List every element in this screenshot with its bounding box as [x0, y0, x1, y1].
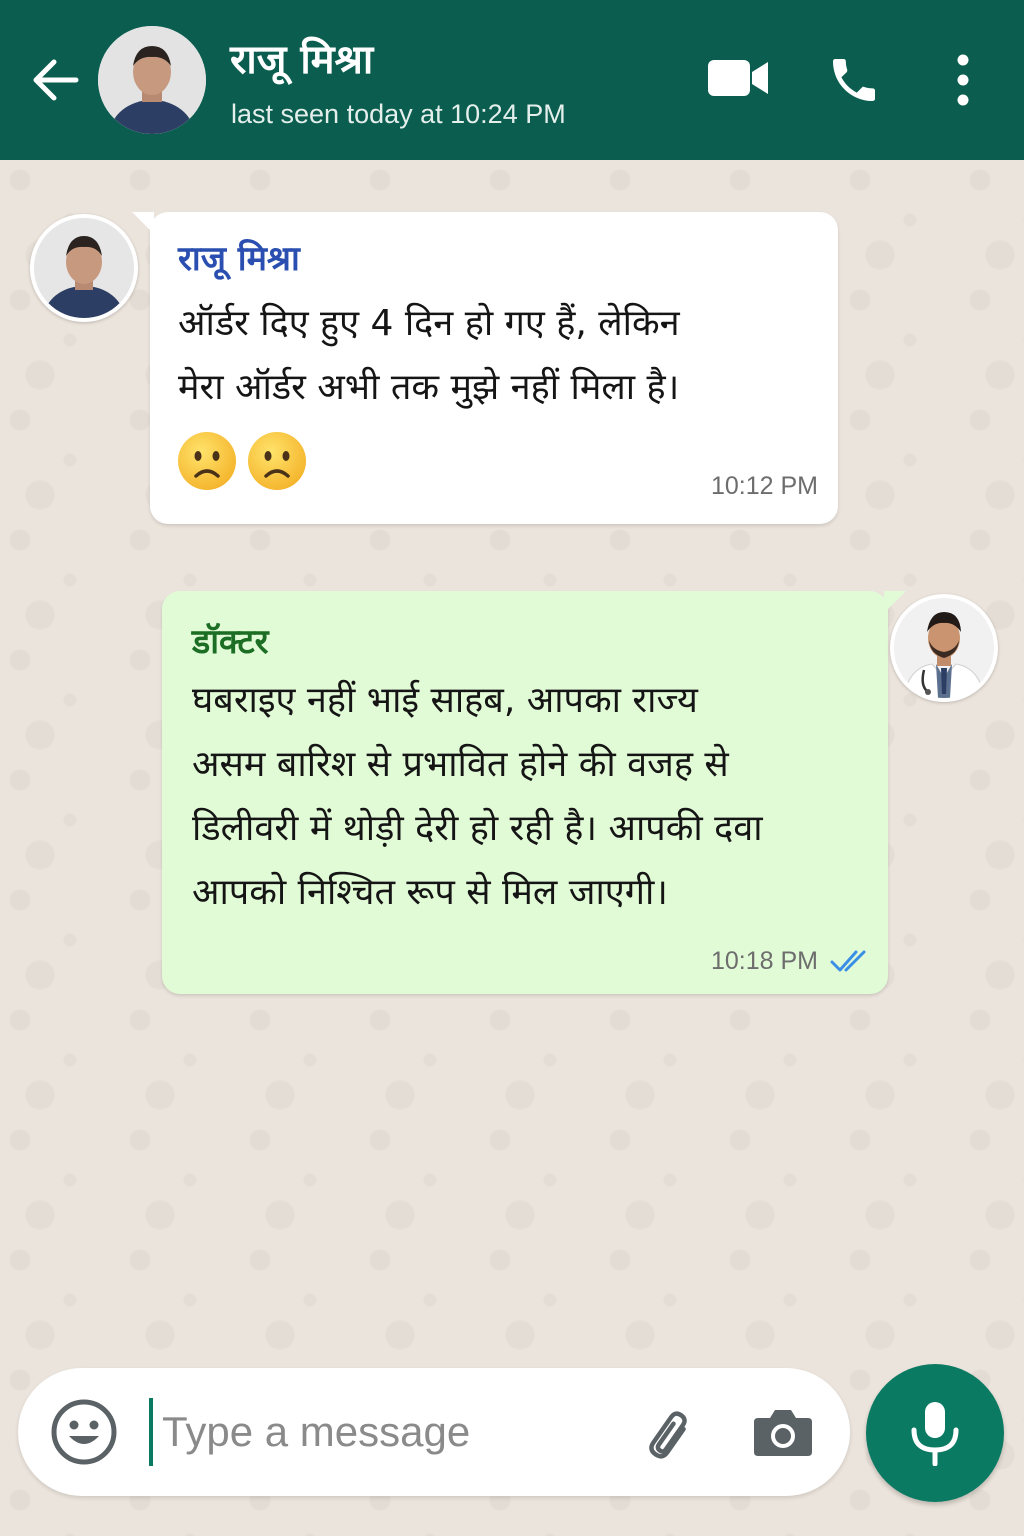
message-timestamp: 10:18 PM: [710, 947, 818, 975]
message-line: ऑर्डर दिए हुए 4 दिन हो गए हैं, लेकिन: [178, 303, 680, 344]
emoji-row: [176, 430, 308, 492]
smiley-icon[interactable]: [50, 1398, 118, 1466]
text-caret: [149, 1398, 153, 1466]
message-timestamp: 10:12 PM: [710, 472, 818, 500]
voice-record-button[interactable]: [866, 1364, 1004, 1502]
contact-avatar[interactable]: [98, 26, 206, 134]
message-line: असम बारिश से प्रभावित होने की वजह से: [192, 744, 729, 785]
more-vertical-icon[interactable]: [948, 52, 978, 108]
message-text: घबराइए नहीं भाई साहब, आपका राज्य असम बार…: [192, 669, 882, 925]
message-line: आपको निश्चित रूप से मिल जाएगी।: [192, 872, 668, 913]
sad-face-emoji: [178, 432, 236, 490]
phone-icon[interactable]: [826, 52, 882, 108]
last-seen-status: last seen today at 10:24 PM: [231, 99, 566, 129]
contact-name[interactable]: राजू मिश्रा: [230, 30, 373, 85]
message-line: डिलीवरी में थोड़ी देरी हो रही है। आपकी द…: [192, 808, 763, 849]
message-line: घबराइए नहीं भाई साहब, आपका राज्य: [192, 680, 698, 721]
double-check-icon: [830, 950, 866, 972]
message-input[interactable]: [162, 1396, 602, 1468]
message-sender-name: डॉक्टर: [192, 622, 269, 662]
camera-icon[interactable]: [752, 1402, 814, 1460]
sender-avatar[interactable]: [30, 214, 138, 322]
chat-header: राजू मिश्रा last seen today at 10:24 PM: [0, 0, 1024, 160]
video-camera-icon[interactable]: [706, 56, 770, 100]
message-line: मेरा ऑर्डर अभी तक मुझे नहीं मिला है।: [178, 367, 680, 408]
outgoing-message-bubble[interactable]: डॉक्टर घबराइए नहीं भाई साहब, आपका राज्य …: [162, 591, 906, 994]
paperclip-icon[interactable]: [636, 1402, 698, 1464]
incoming-message-bubble[interactable]: राजू मिश्रा ऑर्डर दिए हुए 4 दिन हो गए है…: [132, 212, 838, 524]
message-text: ऑर्डर दिए हुए 4 दिन हो गए हैं, लेकिन मेर…: [178, 292, 818, 420]
message-composer: [18, 1368, 850, 1496]
message-sender-name: राजू मिश्रा: [178, 239, 300, 279]
arrow-left-icon[interactable]: [28, 56, 80, 104]
microphone-icon: [911, 1402, 959, 1466]
sad-face-emoji: [248, 432, 306, 490]
doctor-avatar[interactable]: [890, 594, 998, 702]
